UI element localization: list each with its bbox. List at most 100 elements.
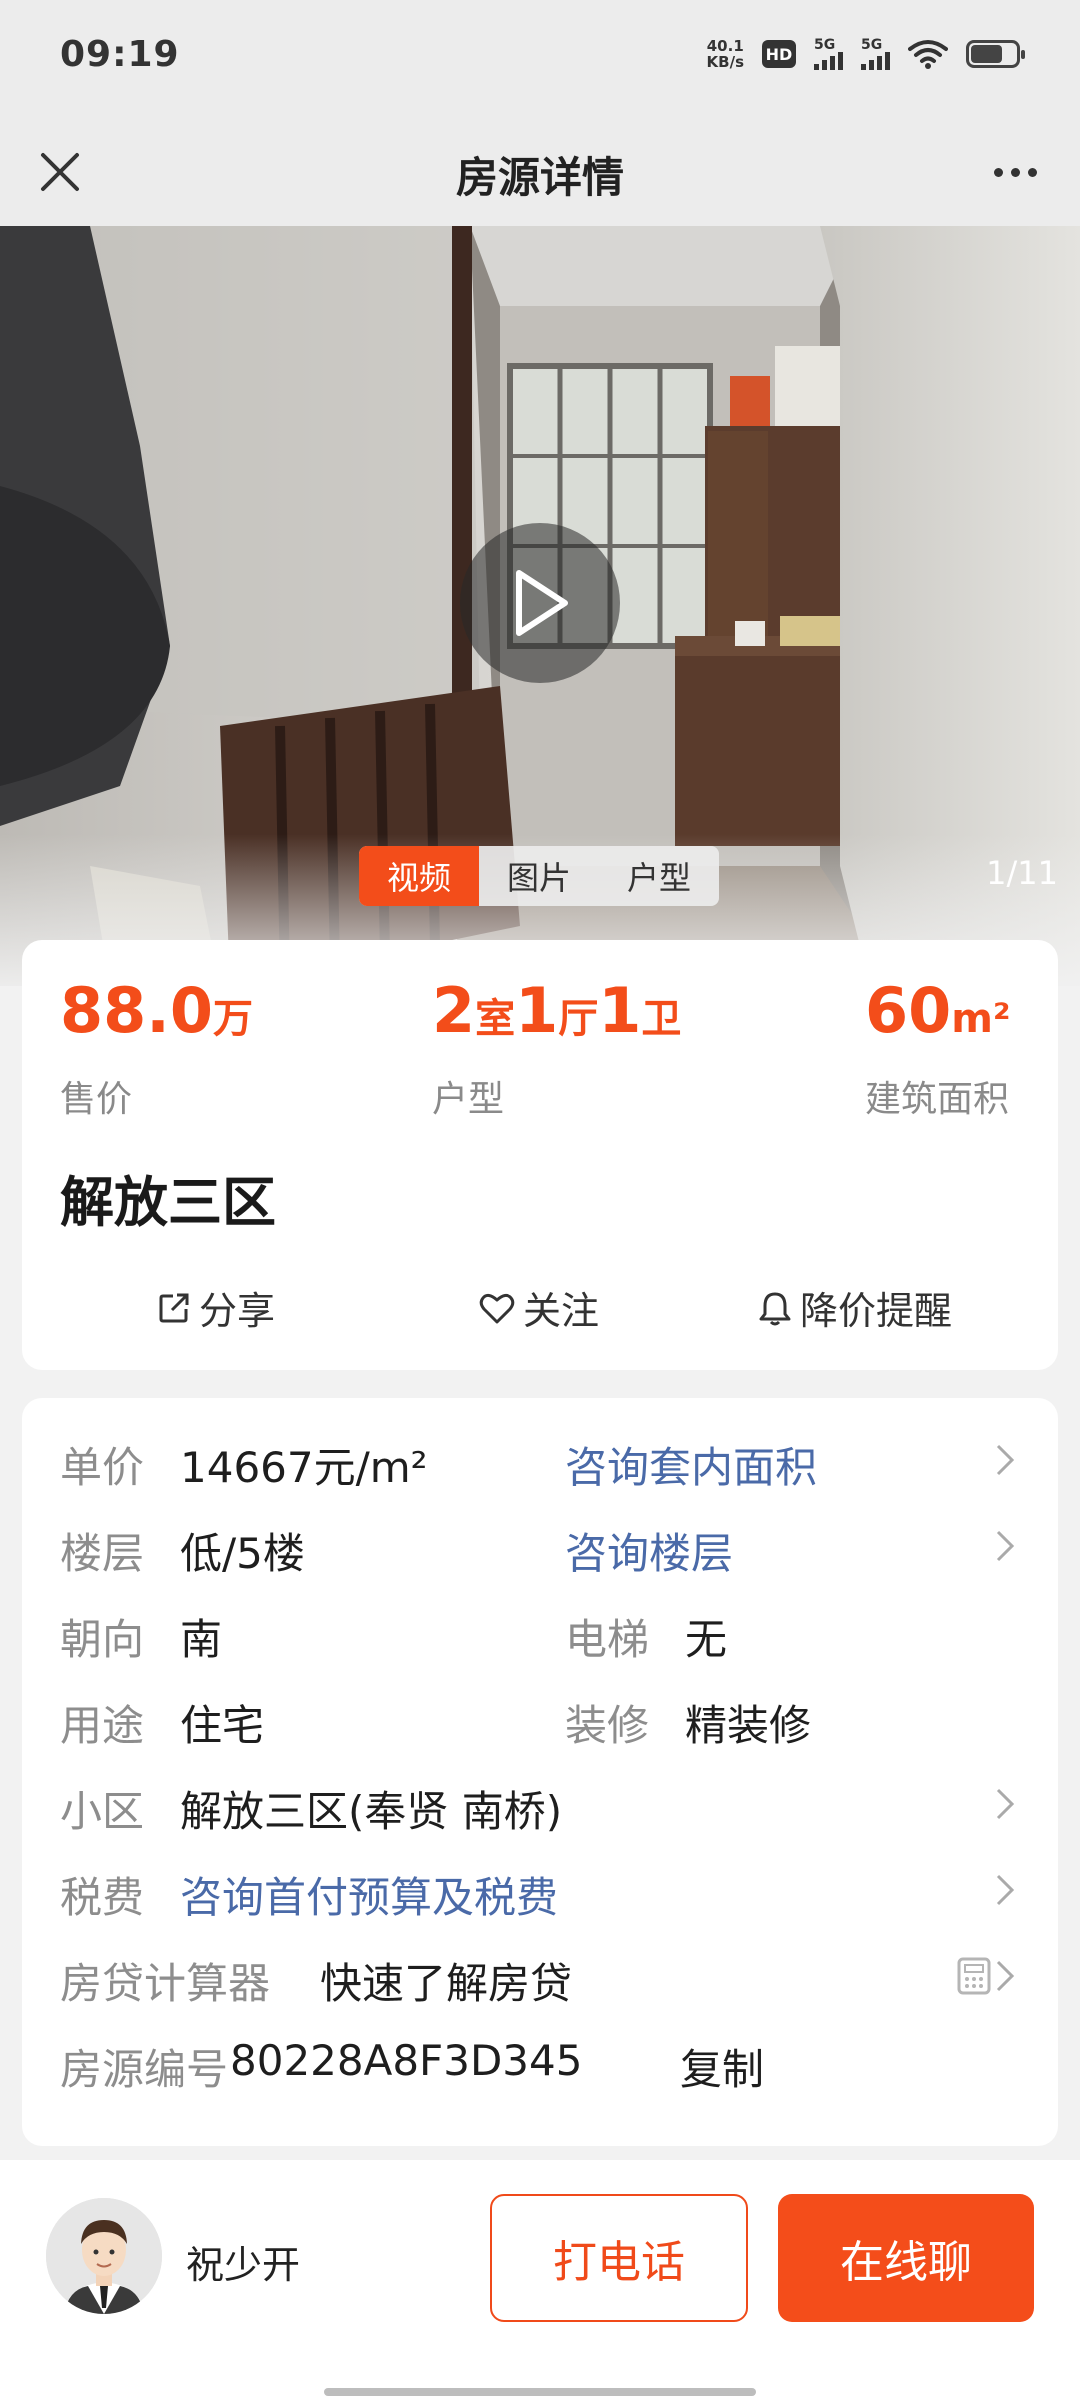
halls-unit: 厅 <box>558 996 599 1042</box>
inner-area-link[interactable]: 咨询套内面积 <box>565 1434 817 1495</box>
price-unit: 万 <box>212 996 253 1042</box>
chevron-right-icon[interactable] <box>990 1958 1020 1994</box>
mortgage-value: 快速了解房贷 <box>320 1959 573 2008</box>
estate-label: 小区 <box>60 1787 145 1836</box>
area-label: 建筑面积 <box>865 1079 1010 1120</box>
signal-sim2-icon: 5G <box>861 38 890 70</box>
listing-photo[interactable]: 视频 图片 户型 1/11 <box>0 226 1080 986</box>
price-number: 88.0 <box>60 974 213 1047</box>
layout-label: 户型 <box>432 1079 505 1120</box>
home-indicator[interactable] <box>324 2388 756 2396</box>
rooms-number: 2 <box>432 974 476 1047</box>
chevron-right-icon[interactable] <box>990 1442 1020 1478</box>
photo-counter: 1/11 <box>986 854 1058 892</box>
tab-video[interactable]: 视频 <box>359 846 479 906</box>
tab-photos[interactable]: 图片 <box>479 846 599 906</box>
chevron-right-icon[interactable] <box>990 1528 1020 1564</box>
detail-row-estate[interactable]: 小区 解放三区(奉贤 南桥) <box>60 1772 1020 1836</box>
bell-icon <box>759 1292 791 1325</box>
tab-floorplan[interactable]: 户型 <box>599 846 719 906</box>
elevator-value: 无 <box>685 1615 728 1664</box>
more-icon <box>993 167 1003 177</box>
share-button[interactable]: 分享 <box>157 1280 275 1335</box>
summary-card: 88.0万 售价 2室1厅1卫 户型 60m² 建筑面积 解放三区 分享 关注 <box>22 940 1058 1370</box>
status-time: 09:19 <box>60 34 180 75</box>
wifi-icon <box>908 40 948 69</box>
price-alert-label: 降价提醒 <box>800 1289 953 1333</box>
copy-button[interactable]: 复制 <box>680 2036 764 2097</box>
detail-row-floor: 楼层 低/5楼 咨询楼层 <box>60 1514 1020 1578</box>
agent-avatar[interactable] <box>46 2198 162 2314</box>
nav-bar: 房源详情 <box>0 118 1080 226</box>
detail-row-unit-price: 单价 14667元/m² 咨询套内面积 <box>60 1428 1020 1492</box>
usage-label: 用途 <box>60 1701 145 1750</box>
follow-label: 关注 <box>523 1289 600 1333</box>
share-icon <box>159 1293 189 1322</box>
sim2-label: 5G <box>861 37 883 53</box>
unit-price-label: 单价 <box>60 1443 145 1492</box>
status-bar: 09:19 40.1 KB/s HD 5G 5G <box>0 0 1080 118</box>
price-label: 售价 <box>60 1079 133 1120</box>
tax-link[interactable]: 咨询首付预算及税费 <box>180 1864 558 1925</box>
hd-voice-icon: HD <box>762 40 796 68</box>
tax-label: 税费 <box>60 1873 145 1922</box>
call-button[interactable]: 打电话 <box>490 2194 748 2322</box>
decoration-label: 装修 <box>565 1701 650 1750</box>
unit-price-value: 14667元/m² <box>180 1443 428 1492</box>
area-value: 60m² <box>865 976 1010 1054</box>
battery-icon <box>966 40 1025 68</box>
usage-value: 住宅 <box>180 1701 265 1750</box>
estate-value: 解放三区(奉贤 南桥) <box>180 1787 563 1836</box>
elevator-label: 电梯 <box>565 1615 650 1664</box>
detail-row-mortgage[interactable]: 房贷计算器 快速了解房贷 <box>60 1944 1020 2008</box>
page-title: 房源详情 <box>455 153 624 202</box>
network-speed-value: 40.1 <box>706 37 744 55</box>
decoration-value: 精装修 <box>685 1701 812 1750</box>
play-video-button[interactable] <box>460 523 620 683</box>
detail-row-orientation: 朝向 南 电梯 无 <box>60 1600 1020 1664</box>
heart-icon <box>479 1293 515 1323</box>
status-icons: 40.1 KB/s HD 5G 5G <box>707 38 1025 70</box>
network-speed: 40.1 KB/s <box>707 38 744 70</box>
follow-button[interactable]: 关注 <box>479 1280 599 1335</box>
network-speed-unit: KB/s <box>706 53 744 71</box>
community-name: 解放三区 <box>60 1171 276 1234</box>
more-button[interactable] <box>980 140 1050 204</box>
chevron-right-icon[interactable] <box>990 1786 1020 1822</box>
floor-link[interactable]: 咨询楼层 <box>565 1520 733 1581</box>
detail-row-usage: 用途 住宅 装修 精装修 <box>60 1686 1020 1750</box>
rooms-unit: 室 <box>475 996 516 1042</box>
orientation-value: 南 <box>180 1615 223 1664</box>
price-alert-button[interactable]: 降价提醒 <box>758 1280 952 1335</box>
chevron-right-icon[interactable] <box>990 1872 1020 1908</box>
listing-id-label: 房源编号 <box>60 2045 229 2094</box>
play-icon <box>516 570 568 636</box>
agent-avatar-image <box>46 2198 162 2314</box>
layout-stat: 2室1厅1卫 户型 <box>432 976 681 1122</box>
price-value: 88.0万 <box>60 976 253 1054</box>
area-stat: 60m² 建筑面积 <box>865 976 1010 1122</box>
sim1-label: 5G <box>814 37 836 53</box>
chat-button[interactable]: 在线聊 <box>778 2194 1034 2322</box>
area-unit: m² <box>951 996 1011 1042</box>
price-stat: 88.0万 售价 <box>60 976 253 1122</box>
media-tabs: 视频 图片 户型 <box>359 846 719 906</box>
details-card: 单价 14667元/m² 咨询套内面积 楼层 低/5楼 咨询楼层 朝向 南 电梯… <box>22 1398 1058 2146</box>
baths-unit: 卫 <box>641 996 682 1042</box>
detail-row-listing-id: 房源编号 80228A8F3D345 复制 <box>60 2030 1020 2094</box>
detail-row-tax[interactable]: 税费 咨询首付预算及税费 <box>60 1858 1020 1922</box>
halls-number: 1 <box>515 974 559 1047</box>
calculator-icon <box>957 1957 991 1995</box>
share-label: 分享 <box>199 1289 276 1333</box>
orientation-label: 朝向 <box>60 1615 145 1664</box>
layout-value: 2室1厅1卫 <box>432 976 681 1054</box>
signal-sim1-icon: 5G <box>814 38 843 70</box>
floor-value: 低/5楼 <box>180 1529 305 1578</box>
action-row: 分享 关注 降价提醒 <box>22 1280 1058 1350</box>
agent-name: 祝少开 <box>186 2243 301 2287</box>
bottom-bar: 祝少开 打电话 在线聊 <box>0 2160 1080 2400</box>
baths-number: 1 <box>598 974 642 1047</box>
listing-id-value: 80228A8F3D345 <box>230 2036 583 2085</box>
area-number: 60 <box>865 974 952 1047</box>
floor-label: 楼层 <box>60 1529 145 1578</box>
